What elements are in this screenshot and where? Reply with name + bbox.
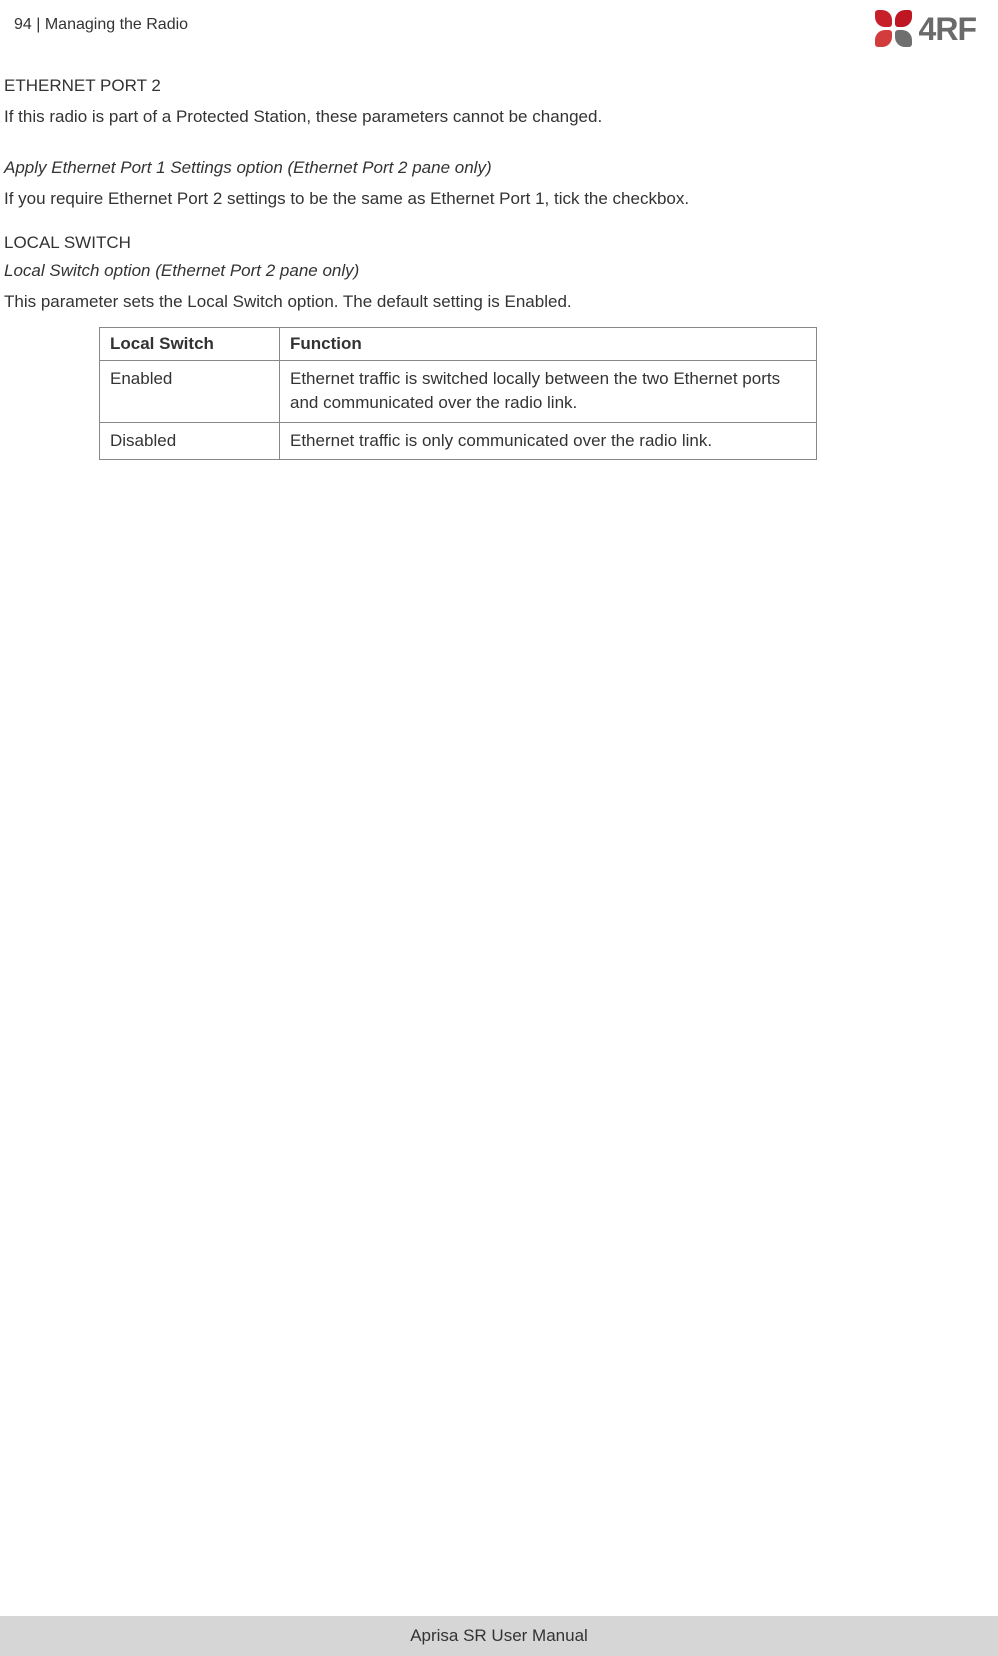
separator: | [32,16,45,33]
local-switch-heading: LOCAL SWITCH [4,233,990,253]
table-header-cell: Function [280,327,817,360]
table-header-cell: Local Switch [100,327,280,360]
page-footer: Aprisa SR User Manual [0,1616,998,1656]
page-number: 94 [14,16,32,33]
table-header-row: Local Switch Function [100,327,817,360]
local-switch-table: Local Switch Function Enabled Ethernet t… [99,327,817,461]
table-cell: Ethernet traffic is only communicated ov… [280,422,817,460]
section-title: Managing the Radio [45,16,188,33]
footer-text: Aprisa SR User Manual [410,1626,588,1645]
local-switch-description: This parameter sets the Local Switch opt… [4,289,990,315]
local-switch-option-heading: Local Switch option (Ethernet Port 2 pan… [4,261,990,281]
table-cell: Ethernet traffic is switched locally bet… [280,360,817,422]
apply-settings-description: If you require Ethernet Port 2 settings … [4,186,990,212]
table-row: Enabled Ethernet traffic is switched loc… [100,360,817,422]
logo-text: 4RF [919,11,976,48]
header-left: 94 | Managing the Radio [14,10,188,34]
page-content: ETHERNET PORT 2 If this radio is part of… [0,56,998,460]
table-cell: Disabled [100,422,280,460]
ethernet-port-2-heading: ETHERNET PORT 2 [4,76,990,96]
table-cell: Enabled [100,360,280,422]
page-header: 94 | Managing the Radio 4RF [0,0,998,56]
logo-icon [875,10,913,48]
logo: 4RF [875,10,976,48]
table-row: Disabled Ethernet traffic is only commun… [100,422,817,460]
apply-settings-heading: Apply Ethernet Port 1 Settings option (E… [4,158,990,178]
ethernet-port-2-description: If this radio is part of a Protected Sta… [4,104,990,130]
